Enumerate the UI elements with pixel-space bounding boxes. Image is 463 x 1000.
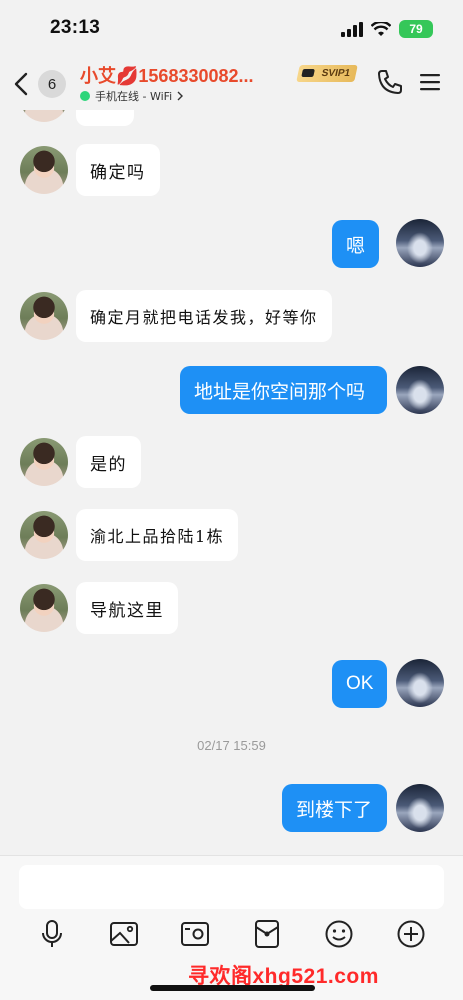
- status-icons: 79: [341, 20, 433, 38]
- incoming-message[interactable]: 是的: [76, 436, 141, 488]
- wifi-icon: [371, 21, 391, 36]
- incoming-message[interactable]: 确定月就把电话发我，好等你: [76, 290, 332, 342]
- crown-icon: [301, 69, 315, 77]
- chevron-right-icon: [177, 91, 184, 101]
- chat-header: 6 小艾💋1568330082... SVIP1 手机在线 - WiFi: [0, 58, 463, 110]
- online-dot-icon: [80, 91, 90, 101]
- menu-icon: [420, 74, 440, 91]
- status-time: 23:13: [50, 17, 101, 38]
- camera-icon: [181, 922, 209, 946]
- contact-avatar[interactable]: [20, 438, 68, 486]
- composer: 寻欢阁xhg521.com: [0, 855, 463, 1000]
- my-avatar[interactable]: [396, 219, 444, 267]
- contact-avatar[interactable]: [20, 110, 68, 122]
- voice-button[interactable]: [34, 916, 70, 952]
- incoming-message[interactable]: 确定吗: [76, 144, 160, 196]
- svip-label: SVIP1: [320, 68, 352, 79]
- svip-badge: SVIP1: [296, 65, 358, 82]
- more-actions-button[interactable]: [393, 916, 429, 952]
- my-avatar[interactable]: [396, 784, 444, 832]
- photo-button[interactable]: [106, 916, 142, 952]
- red-packet-icon: [255, 920, 279, 948]
- phone-icon: [378, 70, 402, 94]
- home-indicator[interactable]: [150, 985, 315, 991]
- my-avatar[interactable]: [396, 659, 444, 707]
- online-status[interactable]: 手机在线 - WiFi: [80, 88, 184, 104]
- message-timestamp: 02/17 15:59: [197, 738, 266, 753]
- contact-avatar[interactable]: [20, 511, 68, 559]
- microphone-icon: [42, 920, 62, 947]
- back-button[interactable]: 6: [14, 67, 72, 101]
- voice-call-button[interactable]: [376, 68, 404, 96]
- emoji-button[interactable]: [321, 916, 357, 952]
- camera-button[interactable]: [177, 916, 213, 952]
- incoming-message[interactable]: 导航这里: [76, 582, 178, 634]
- plus-icon: [397, 920, 425, 948]
- image-icon: [110, 922, 138, 946]
- contact-avatar[interactable]: [20, 292, 68, 340]
- message-list[interactable]: 确定吗 嗯 确定月就把电话发我，好等你 地址是你空间那个吗 是的 渝北上品拾陆1…: [0, 110, 463, 855]
- incoming-message[interactable]: 渝北上品拾陆1栋: [76, 509, 239, 561]
- emoji-icon: [325, 920, 353, 948]
- outgoing-message[interactable]: OK: [332, 660, 388, 708]
- online-status-text: 手机在线 - WiFi: [95, 90, 173, 103]
- status-bar: 23:13 79: [0, 0, 463, 58]
- message-bubble-partial: [76, 110, 134, 126]
- contact-avatar[interactable]: [20, 584, 68, 632]
- chevron-left-icon: [14, 72, 28, 96]
- battery-indicator: 79: [399, 20, 433, 38]
- outgoing-message[interactable]: 到楼下了: [282, 784, 387, 832]
- unread-count-badge: 6: [38, 70, 66, 98]
- my-avatar[interactable]: [396, 366, 444, 414]
- outgoing-message[interactable]: 嗯: [332, 220, 380, 268]
- outgoing-message[interactable]: 地址是你空间那个吗: [180, 366, 387, 414]
- contact-avatar[interactable]: [20, 146, 68, 194]
- cellular-signal-icon: [341, 21, 363, 37]
- message-input[interactable]: [19, 865, 444, 909]
- more-menu-button[interactable]: [418, 70, 442, 94]
- red-packet-button[interactable]: [249, 916, 285, 952]
- contact-name[interactable]: 小艾💋1568330082...: [80, 62, 295, 86]
